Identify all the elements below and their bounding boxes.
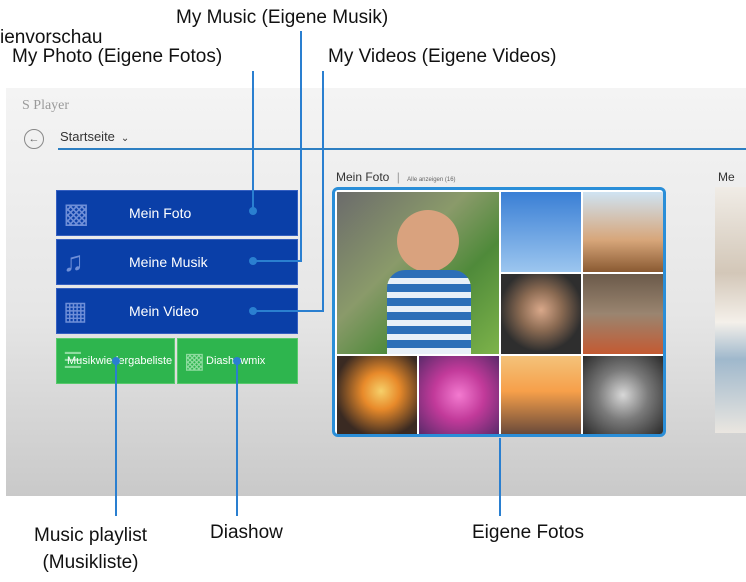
photo-section-title: Mein Foto — [336, 170, 390, 184]
pointer-dot-videos — [249, 307, 257, 315]
callout-my-music: My Music (Eigene Musik) — [176, 7, 389, 28]
music-note-icon: ♫ — [63, 246, 84, 277]
tile-my-photo[interactable]: ▩ Mein Foto — [56, 190, 298, 236]
photo-subject-shape — [397, 210, 459, 272]
pointer-line-videos-vertical — [322, 71, 324, 311]
pointer-line-photo — [252, 71, 254, 210]
header-divider — [58, 148, 746, 150]
callout-my-videos: My Videos (Eigene Videos) — [328, 46, 557, 67]
app-title: S Player — [22, 98, 70, 113]
callout-music-playlist-line2: (Musikliste) — [42, 552, 139, 573]
photo-thumbnail[interactable] — [337, 356, 417, 434]
tile-my-music[interactable]: ♫ Meine Musik — [56, 239, 298, 285]
photo-grid[interactable] — [332, 187, 666, 437]
pointer-line-videos-horizontal — [254, 310, 324, 312]
app-window: S Player ← Startseite ⌄ ▩ Mein Foto ♫ Mei… — [6, 88, 746, 496]
photo-thumbnail[interactable] — [501, 192, 581, 272]
callout-slideshow: Diashow — [210, 522, 283, 543]
callout-own-photos: Eigene Fotos — [472, 522, 584, 543]
next-section-preview[interactable] — [715, 187, 746, 433]
show-all-link[interactable]: Alle anzeigen (16) — [407, 177, 455, 183]
back-arrow-icon: ← — [28, 133, 40, 145]
photo-thumbnail[interactable] — [583, 356, 663, 434]
pointer-dot-music — [249, 257, 257, 265]
photo-icon: ▩ — [63, 197, 90, 229]
pointer-dot-slideshow — [233, 357, 241, 365]
photo-subject-shape-body — [387, 270, 471, 354]
photo-thumbnail[interactable] — [583, 192, 663, 272]
photo-thumbnail[interactable] — [501, 356, 581, 434]
back-button[interactable]: ← — [24, 129, 44, 149]
pointer-line-playlist — [115, 360, 117, 516]
pointer-line-music-horizontal — [254, 260, 302, 262]
photo-thumbnail[interactable] — [419, 356, 499, 434]
slideshow-icon: ▩ — [184, 348, 205, 373]
pointer-dot-photo — [249, 207, 257, 215]
breadcrumb-label: Startseite — [60, 129, 115, 144]
chevron-down-icon: ⌄ — [120, 133, 130, 144]
pointer-dot-playlist — [112, 357, 120, 365]
next-section-title: Me — [718, 170, 735, 184]
photo-thumbnail[interactable] — [501, 274, 581, 354]
callout-my-photo: My Photo (Eigene Fotos) — [12, 46, 223, 67]
pointer-line-slideshow — [236, 360, 238, 516]
callout-music-playlist: Music playlist (Musikliste) — [34, 522, 147, 576]
pointer-line-own-photos — [499, 438, 501, 516]
tile-my-video-label: Mein Video — [129, 303, 199, 319]
callout-music-playlist-line1: Music playlist — [34, 525, 147, 546]
film-clapper-icon: ▦ — [63, 295, 88, 326]
tile-my-music-label: Meine Musik — [129, 254, 208, 270]
pointer-line-music-vertical — [300, 31, 302, 261]
photo-thumbnail-large[interactable] — [337, 192, 499, 354]
tile-my-photo-label: Mein Foto — [129, 205, 192, 221]
photo-section-header: Mein Foto | Alle anzeigen (16) — [336, 170, 456, 184]
breadcrumb-dropdown[interactable]: Startseite ⌄ — [60, 129, 129, 144]
photo-thumbnail[interactable] — [583, 274, 663, 354]
